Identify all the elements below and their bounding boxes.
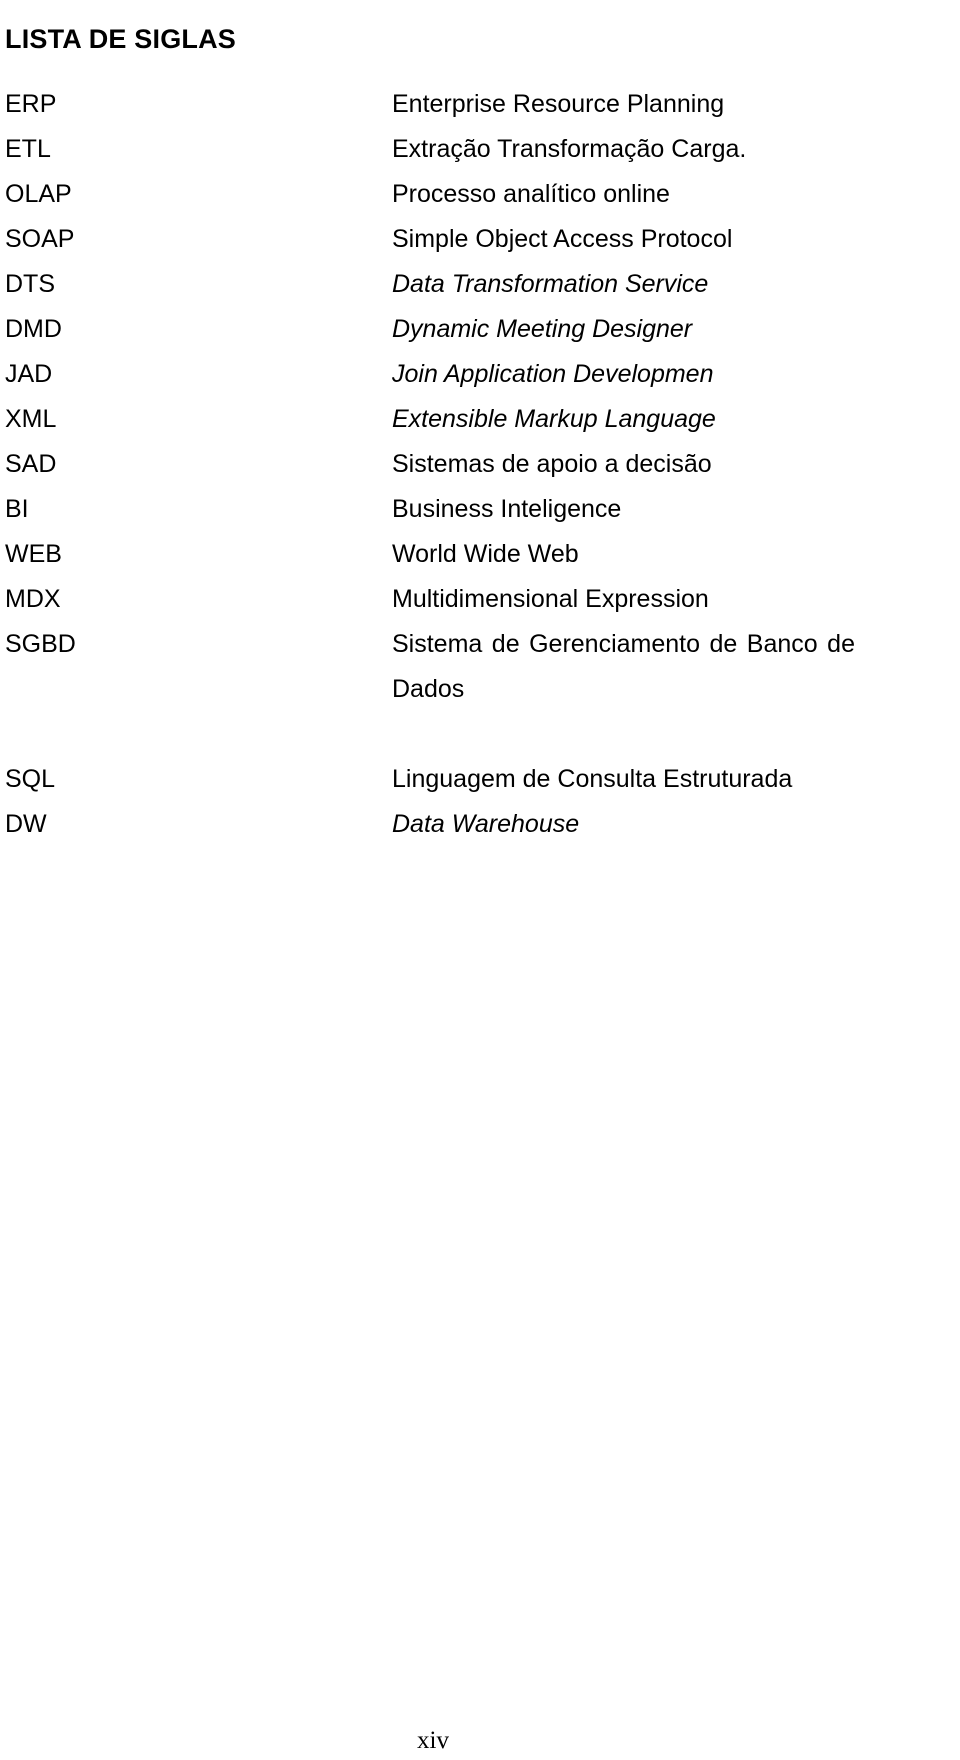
acronym-row: DTS Data Transformation Service xyxy=(0,262,960,307)
acronym-definition: Simple Object Access Protocol xyxy=(392,225,733,253)
acronym-term: SAD xyxy=(5,450,57,478)
acronym-definition: Multidimensional Expression xyxy=(392,585,709,613)
acronym-row: SGBD Sistema de Gerenciamento de Banco de… xyxy=(0,622,960,757)
document-page: LISTA DE SIGLAS ERP Enterprise Resource P… xyxy=(0,0,960,1760)
acronym-term: SQL xyxy=(5,765,56,793)
acronym-definition: Enterprise Resource Planning xyxy=(392,90,725,118)
acronym-term: DW xyxy=(5,810,47,838)
acronym-row: XML Extensible Markup Language xyxy=(0,397,960,442)
acronym-term: WEB xyxy=(5,540,62,568)
acronym-definition: Sistema de Gerenciamento de Banco de Dad… xyxy=(392,630,855,703)
acronym-row: ETL Extração Transformação Carga. xyxy=(0,127,960,172)
acronym-term: MDX xyxy=(5,585,61,613)
acronym-row: JAD Join Application Developmen xyxy=(0,352,960,397)
acronym-definition: Sistemas de apoio a decisão xyxy=(392,450,712,478)
acronym-definition: World Wide Web xyxy=(392,540,579,568)
acronym-term: OLAP xyxy=(5,180,72,208)
acronym-row: WEB World Wide Web xyxy=(0,532,960,577)
acronym-row: DMD Dynamic Meeting Designer xyxy=(0,307,960,352)
acronym-definition: Data Transformation Service xyxy=(392,270,709,298)
acronym-term: XML xyxy=(5,405,57,433)
acronym-definition: Join Application Developmen xyxy=(392,360,714,388)
acronym-row: SAD Sistemas de apoio a decisão xyxy=(0,442,960,487)
acronym-term: SOAP xyxy=(5,225,75,253)
acronym-definition: Processo analítico online xyxy=(392,180,670,208)
acronym-term: ETL xyxy=(5,135,51,163)
acronym-row: OLAP Processo analítico online xyxy=(0,172,960,217)
acronym-definition: Dynamic Meeting Designer xyxy=(392,315,693,343)
acronym-term: DTS xyxy=(5,270,55,298)
page-title: LISTA DE SIGLAS xyxy=(5,24,237,55)
page-number: xiv xyxy=(417,1727,449,1754)
acronym-row: DW Data Warehouse xyxy=(0,802,960,847)
acronym-definition: Business Inteligence xyxy=(392,495,622,523)
acronym-definition: Extração Transformação Carga. xyxy=(392,135,747,163)
acronym-term: SGBD xyxy=(5,630,76,658)
acronym-list: ERP Enterprise Resource Planning ETL Extraç… xyxy=(0,82,960,847)
acronym-definition: Extensible Markup Language xyxy=(392,405,716,433)
acronym-row: SQL Linguagem de Consulta Estruturada xyxy=(0,757,960,802)
acronym-term: JAD xyxy=(5,360,53,388)
acronym-row: ERP Enterprise Resource Planning xyxy=(0,82,960,127)
acronym-definition: Linguagem de Consulta Estruturada xyxy=(392,765,793,793)
acronym-row: SOAP Simple Object Access Protocol xyxy=(0,217,960,262)
acronym-definition: Data Warehouse xyxy=(392,810,580,838)
acronym-term: ERP xyxy=(5,90,57,118)
acronym-term: DMD xyxy=(5,315,62,343)
acronym-row: MDX Multidimensional Expression xyxy=(0,577,960,622)
acronym-row: BI Business Inteligence xyxy=(0,487,960,532)
acronym-term: BI xyxy=(5,495,29,523)
